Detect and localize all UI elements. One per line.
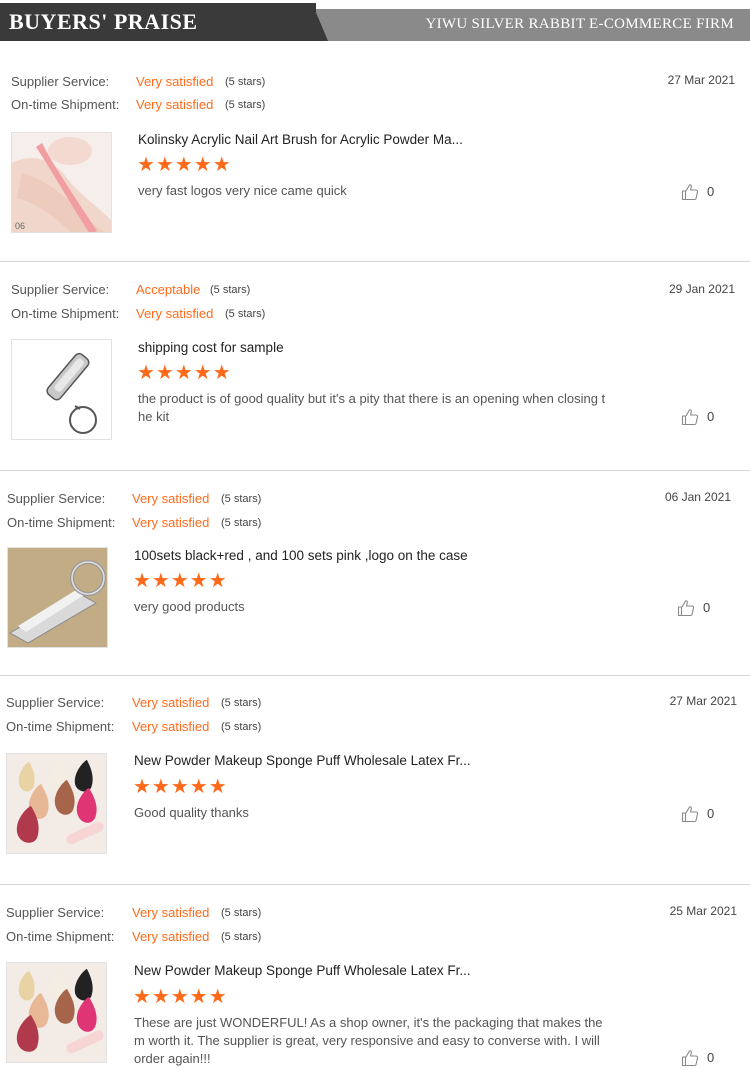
review-comment: very good products [134, 599, 245, 614]
supplier-service-value: Very satisfied [132, 695, 210, 710]
supplier-service-stars: (5 stars) [225, 76, 266, 88]
supplier-service-value: Very satisfied [132, 905, 210, 920]
like-count: 0 [707, 806, 715, 821]
shipment-stars: (5 stars) [221, 721, 262, 733]
firm-name: YIWU SILVER RABBIT E-COMMERCE FIRM [425, 16, 734, 32]
shipment-label: On-time Shipment: [7, 515, 116, 530]
review-date: 27 Mar 2021 [669, 694, 737, 708]
product-title[interactable]: New Powder Makeup Sponge Puff Wholesale … [134, 753, 471, 768]
thumbs-up-icon [681, 1050, 699, 1067]
shipment-stars: (5 stars) [225, 99, 266, 111]
review-card: Supplier Service: Very satisfied (5 star… [0, 471, 750, 676]
supplier-service-label: Supplier Service: [6, 905, 105, 920]
rating-stars: ★★★★★ [137, 362, 232, 384]
page-title: BUYERS' PRAISE [9, 9, 198, 34]
shipment-value: Very satisfied [136, 97, 214, 112]
review-card: Supplier Service: Acceptable (5 stars) O… [0, 262, 750, 471]
supplier-service-stars: (5 stars) [210, 284, 251, 296]
shipment-value: Very satisfied [132, 929, 210, 944]
supplier-service-value: Very satisfied [132, 491, 210, 506]
product-image[interactable] [7, 547, 108, 648]
like-count: 0 [707, 409, 715, 424]
thumbs-up-icon [681, 409, 699, 426]
shipment-value: Very satisfied [132, 515, 210, 530]
supplier-service-label: Supplier Service: [7, 491, 106, 506]
shipment-label: On-time Shipment: [11, 306, 120, 321]
product-title[interactable]: 100sets black+red , and 100 sets pink ,l… [134, 548, 468, 563]
supplier-service-label: Supplier Service: [6, 695, 105, 710]
like-button[interactable]: 0 [681, 183, 721, 203]
supplier-service-value: Acceptable [136, 282, 201, 297]
like-button[interactable]: 0 [681, 1049, 721, 1068]
header-banner: BUYERS' PRAISE YIWU SILVER RABBIT E-COMM… [0, 0, 750, 41]
review-card: Supplier Service: Very satisfied (5 star… [0, 41, 750, 262]
product-image[interactable] [6, 753, 107, 854]
thumbs-up-icon [681, 184, 699, 201]
review-comment: Good quality thanks [134, 805, 249, 820]
review-date: 29 Jan 2021 [668, 282, 735, 296]
shipment-label: On-time Shipment: [11, 97, 120, 112]
shipment-stars: (5 stars) [225, 308, 266, 320]
product-image[interactable] [11, 339, 112, 440]
review-comment: very fast logos very nice came quick [138, 183, 347, 198]
thumbs-up-icon [681, 806, 699, 823]
product-title[interactable]: shipping cost for sample [138, 340, 284, 355]
shipment-label: On-time Shipment: [6, 929, 115, 944]
banner-slant [312, 3, 328, 41]
supplier-service-stars: (5 stars) [221, 907, 262, 919]
review-card: Supplier Service: Very satisfied (5 star… [0, 676, 750, 885]
thumbs-up-icon [677, 600, 695, 617]
rating-stars: ★★★★★ [133, 570, 228, 592]
rating-stars: ★★★★★ [133, 986, 228, 1008]
like-button[interactable]: 0 [681, 408, 721, 428]
review-date: 06 Jan 2021 [664, 490, 731, 504]
shipment-label: On-time Shipment: [6, 719, 115, 734]
like-button[interactable]: 0 [681, 805, 721, 825]
shipment-value: Very satisfied [132, 719, 210, 734]
review-comment: These are just WONDERFUL! As a shop owne… [134, 1015, 603, 1066]
rating-stars: ★★★★★ [133, 776, 228, 798]
product-image[interactable] [6, 962, 107, 1063]
svg-text:06: 06 [15, 221, 25, 231]
product-image[interactable]: 06 [11, 132, 112, 233]
like-button[interactable]: 0 [677, 599, 717, 619]
product-title[interactable]: New Powder Makeup Sponge Puff Wholesale … [134, 963, 471, 978]
supplier-service-value: Very satisfied [136, 74, 214, 89]
review-card: Supplier Service: Very satisfied (5 star… [0, 885, 750, 1068]
review-comment: the product is of good quality but it's … [138, 391, 606, 424]
supplier-service-label: Supplier Service: [11, 282, 110, 297]
like-count: 0 [703, 600, 711, 615]
like-count: 0 [707, 1050, 715, 1065]
supplier-service-label: Supplier Service: [11, 74, 110, 89]
rating-stars: ★★★★★ [137, 154, 232, 176]
review-date: 25 Mar 2021 [669, 904, 737, 918]
shipment-value: Very satisfied [136, 306, 214, 321]
review-date: 27 Mar 2021 [667, 73, 735, 87]
supplier-service-stars: (5 stars) [221, 697, 262, 709]
product-title[interactable]: Kolinsky Acrylic Nail Art Brush for Acry… [138, 132, 463, 147]
shipment-stars: (5 stars) [221, 517, 262, 529]
shipment-stars: (5 stars) [221, 931, 262, 943]
like-count: 0 [707, 184, 715, 199]
supplier-service-stars: (5 stars) [221, 493, 262, 505]
